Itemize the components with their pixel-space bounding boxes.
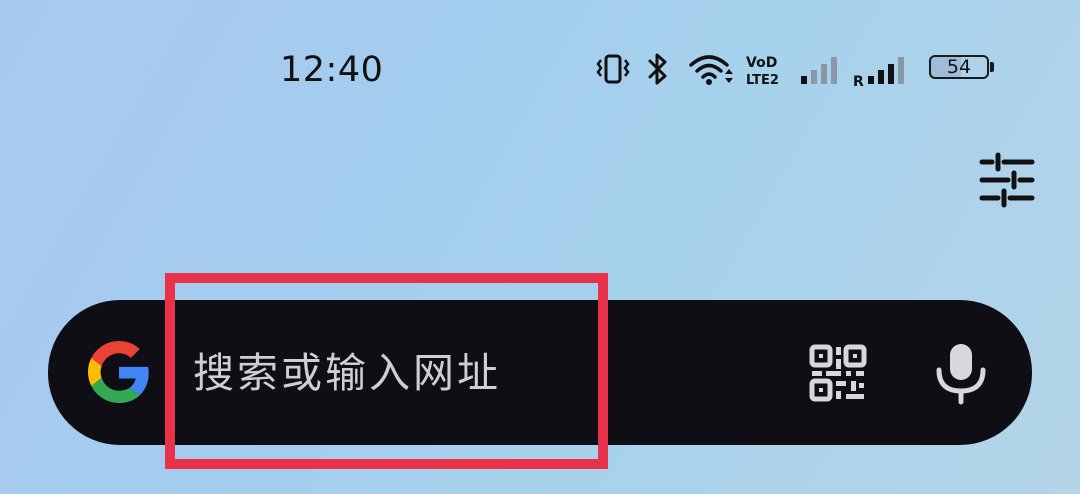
qr-code-icon [809, 344, 867, 402]
battery-tip [990, 62, 994, 72]
battery-icon: 54 [929, 55, 994, 84]
signal-sim1-icon [801, 57, 837, 84]
volte-lte2-icon: VoD LTE2 [746, 55, 779, 88]
wifi-icon [689, 55, 733, 85]
volte-bottom-label: LTE2 [746, 73, 779, 88]
qr-scan-button[interactable] [808, 343, 868, 403]
google-g-icon[interactable] [88, 341, 150, 403]
status-bar: 12:40 VoD LTE2 R 54 [0, 0, 1080, 140]
voice-search-button[interactable] [930, 340, 992, 406]
clock: 12:40 [280, 50, 384, 90]
bluetooth-icon [648, 53, 667, 85]
search-bar[interactable]: 搜索或输入网址 [48, 300, 1032, 445]
sliders-icon [979, 152, 1035, 208]
volte-top-label: VoD [746, 55, 777, 71]
roaming-label: R [853, 74, 864, 88]
signal-sim2-roaming-icon: R [853, 57, 904, 88]
battery-level: 54 [946, 56, 972, 78]
customize-settings-button[interactable] [978, 152, 1036, 208]
search-input[interactable]: 搜索或输入网址 [193, 342, 753, 404]
microphone-icon [936, 344, 986, 405]
vibrate-icon [596, 54, 630, 84]
